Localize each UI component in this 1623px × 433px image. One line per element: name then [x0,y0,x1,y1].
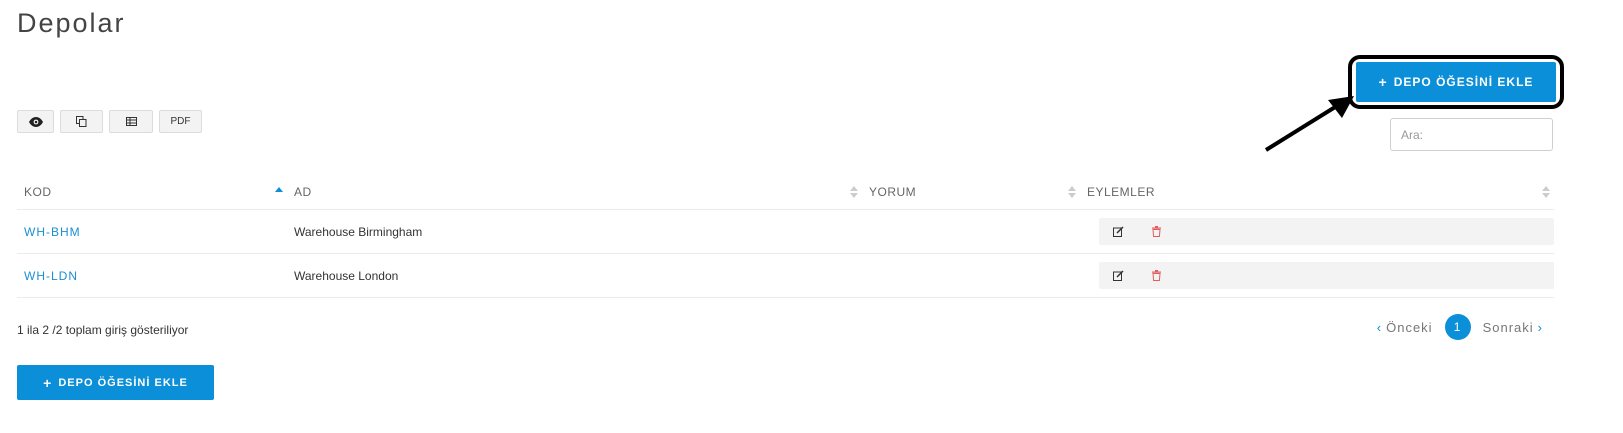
warehouse-code-link[interactable]: WH-BHM [17,225,287,239]
row-actions [1080,262,1554,289]
sort-both-icon [850,186,858,198]
delete-button[interactable] [1137,262,1175,289]
column-header-name[interactable]: AD [287,175,862,209]
trash-icon [1151,270,1161,281]
row-actions [1080,218,1554,245]
export-toolbar: PDF [17,110,202,133]
add-warehouse-label: DEPO ÖĞESİNİ EKLE [58,376,188,389]
excel-button[interactable] [109,110,153,133]
sort-both-icon [1542,186,1550,198]
previous-page-button[interactable]: ‹ Önceki [1377,320,1433,335]
add-warehouse-button-top[interactable]: + DEPO ÖĞESİNİ EKLE [1356,62,1556,102]
copy-button[interactable] [60,110,103,133]
table-info-text: 1 ila 2 /2 toplam giriş gösteriliyor [17,323,189,337]
chevron-left-icon: ‹ [1376,319,1383,335]
eye-icon [28,116,43,127]
trash-icon [1151,226,1161,237]
next-page-button[interactable]: Sonraki › [1483,320,1543,335]
column-header-code[interactable]: KOD [17,175,287,209]
add-warehouse-label: DEPO ÖĞESİNİ EKLE [1393,75,1534,89]
pagination: ‹ Önceki 1 Sonraki › [1377,314,1543,340]
sort-asc-icon [275,187,283,192]
column-header-comment[interactable]: YORUM [862,175,1080,209]
edit-icon [1112,226,1124,237]
table-row: WH-LDN Warehouse London [17,254,1554,298]
edit-button[interactable] [1099,262,1137,289]
table-header: KOD AD YORUM EYLEMLER [17,175,1554,210]
plus-icon: + [1378,74,1388,90]
edit-icon [1112,270,1124,281]
table-row: WH-BHM Warehouse Birmingham [17,210,1554,254]
column-visibility-button[interactable] [17,110,54,133]
warehouse-name: Warehouse Birmingham [294,224,423,239]
warehouse-table: KOD AD YORUM EYLEMLER WH-BHM Warehouse B… [17,175,1554,298]
copy-icon [76,116,87,127]
column-header-actions[interactable]: EYLEMLER [1080,175,1554,209]
page-title: Depolar [17,8,126,38]
warehouse-code-link[interactable]: WH-LDN [17,269,287,283]
table-icon [125,117,137,126]
edit-button[interactable] [1099,218,1137,245]
delete-button[interactable] [1137,218,1175,245]
sort-both-icon [1068,186,1076,198]
add-warehouse-button-bottom[interactable]: + DEPO ÖĞESİNİ EKLE [17,365,214,400]
plus-icon: + [43,374,53,391]
page-number-button[interactable]: 1 [1444,314,1471,340]
search-input[interactable] [1390,118,1553,151]
warehouse-name: Warehouse London [294,268,399,283]
pdf-button[interactable]: PDF [159,110,202,133]
annotation-arrow-icon [1264,96,1354,152]
chevron-right-icon: › [1537,319,1543,335]
